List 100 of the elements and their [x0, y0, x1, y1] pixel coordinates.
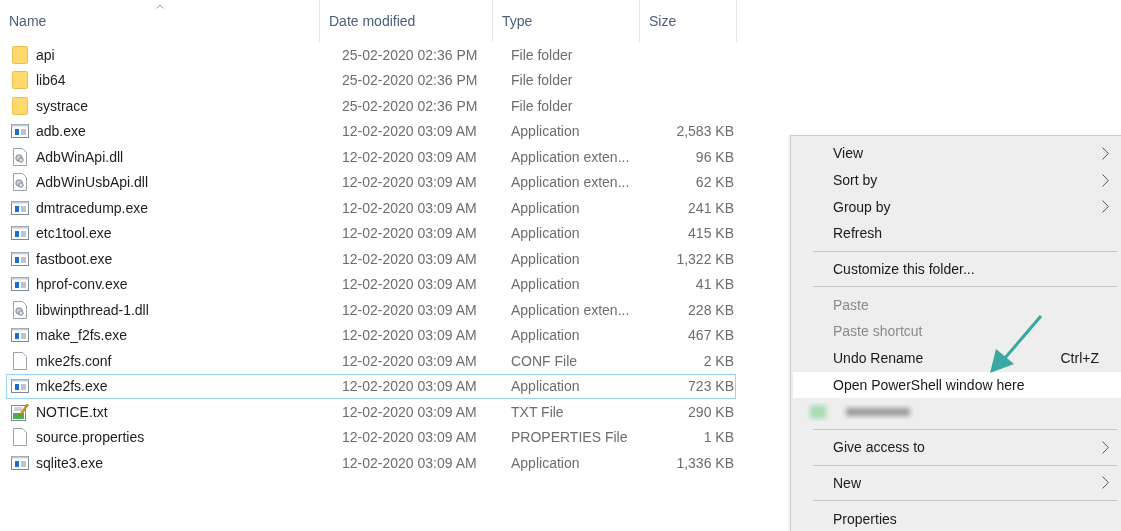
date-modified: 12-02-2020 03:09 AM [342, 429, 477, 446]
gear-file-icon [13, 173, 27, 192]
file-row[interactable]: api 25-02-2020 02:36 PM File folder [6, 42, 736, 68]
file-row[interactable]: make_f2fs.exe 12-02-2020 03:09 AM Application 467 KB [6, 322, 736, 348]
date-modified: 12-02-2020 03:09 AM [342, 403, 477, 420]
menu-item[interactable]: Properties [793, 505, 1121, 531]
gear-file-icon [13, 147, 27, 166]
file-row[interactable]: AdbWinUsbApi.dll 12-02-2020 03:09 AM Application exten... 62 KB [6, 169, 736, 195]
sort-caret-icon [155, 4, 164, 9]
date-modified: 12-02-2020 03:09 AM [342, 225, 477, 242]
file-size: 1,336 KB [676, 454, 734, 471]
blank-file-icon [13, 428, 27, 447]
menu-item[interactable]: Open PowerShell window here [793, 371, 1121, 399]
date-modified: 12-02-2020 03:09 AM [342, 301, 477, 318]
menu-item[interactable]: Give access to [793, 433, 1121, 461]
file-row[interactable]: AdbWinApi.dll 12-02-2020 03:09 AM Application exten... 96 KB [6, 144, 736, 170]
file-type: CONF File [511, 352, 578, 369]
menu-item[interactable]: Undo Rename Ctrl+Z [793, 344, 1121, 372]
file-type: Application [511, 225, 580, 242]
file-type: Application exten... [511, 148, 630, 165]
file-size: 1,322 KB [676, 250, 734, 267]
column-header[interactable]: Size [640, 0, 737, 42]
file-name: mke2fs.conf [36, 352, 112, 369]
date-modified: 12-02-2020 03:09 AM [342, 454, 477, 471]
date-modified: 12-02-2020 03:09 AM [342, 276, 477, 293]
file-name: adb.exe [36, 123, 86, 140]
folder-icon [12, 71, 28, 90]
menu-item[interactable]: View [793, 140, 1121, 167]
file-size: 228 KB [688, 301, 734, 318]
application-window-icon [11, 455, 29, 470]
folder-icon [12, 45, 28, 64]
file-type: File folder [511, 46, 573, 63]
file-type: Application [511, 378, 580, 395]
application-window-icon [11, 200, 29, 215]
file-name: dmtracedump.exe [36, 199, 149, 216]
file-size: 2,583 KB [676, 123, 734, 140]
file-size: 1 KB [703, 429, 734, 446]
file-name: AdbWinApi.dll [36, 148, 124, 165]
application-window-icon [11, 277, 29, 292]
file-row[interactable]: dmtracedump.exe 12-02-2020 03:09 AM Application 241 KB [6, 195, 736, 221]
file-size: 2 KB [703, 352, 734, 369]
file-name: source.properties [36, 429, 145, 446]
file-row[interactable]: sqlite3.exe 12-02-2020 03:09 AM Application 1,336 KB [6, 450, 736, 476]
application-window-icon [11, 251, 29, 266]
file-row[interactable]: hprof-conv.exe 12-02-2020 03:09 AM Application 41 KB [6, 271, 736, 297]
file-row[interactable]: adb.exe 12-02-2020 03:09 AM Application 2,583 KB [6, 118, 736, 144]
file-type: Application [511, 199, 580, 216]
file-size: 290 KB [688, 403, 734, 420]
menu-item[interactable]: Group by [793, 193, 1121, 221]
file-size: 467 KB [688, 327, 734, 344]
file-type: Application [511, 276, 580, 293]
file-size: 415 KB [688, 225, 734, 242]
column-header[interactable]: Name [0, 0, 320, 42]
date-modified: 25-02-2020 02:36 PM [342, 46, 478, 63]
file-row[interactable]: fastboot.exe 12-02-2020 03:09 AM Application 1,322 KB [6, 246, 736, 272]
file-size: 62 KB [695, 174, 734, 191]
file-row[interactable]: lib64 25-02-2020 02:36 PM File folder [6, 67, 736, 93]
file-type: TXT File [511, 403, 564, 420]
file-size: 41 KB [695, 276, 734, 293]
file-type: PROPERTIES File [511, 429, 628, 446]
file-name: systrace [36, 97, 89, 114]
file-row[interactable]: libwinpthread-1.dll 12-02-2020 03:09 AM Application exten... 228 KB [6, 297, 736, 323]
file-name: NOTICE.txt [36, 403, 108, 420]
file-name: AdbWinUsbApi.dll [36, 174, 149, 191]
file-type: File folder [511, 72, 573, 89]
file-name: sqlite3.exe [36, 454, 103, 471]
date-modified: 12-02-2020 03:09 AM [342, 352, 477, 369]
file-type: Application exten... [511, 301, 630, 318]
application-window-icon [11, 328, 29, 343]
date-modified: 12-02-2020 03:09 AM [342, 250, 477, 267]
file-row[interactable]: NOTICE.txt 12-02-2020 03:09 AM TXT File 290 KB [6, 399, 736, 425]
file-name: lib64 [36, 72, 66, 89]
file-name: hprof-conv.exe [36, 276, 128, 293]
file-row[interactable]: etc1tool.exe 12-02-2020 03:09 AM Application 415 KB [6, 220, 736, 246]
file-row[interactable]: source.properties 12-02-2020 03:09 AM PROPERTIES File 1 KB [6, 424, 736, 450]
file-row[interactable]: systrace 25-02-2020 02:36 PM File folder [6, 93, 736, 119]
menu-item[interactable]: Refresh [793, 220, 1121, 247]
file-name: api [36, 46, 55, 63]
menu-item[interactable]: New [793, 469, 1121, 497]
file-size: 723 KB [688, 378, 734, 395]
date-modified: 25-02-2020 02:36 PM [342, 97, 478, 114]
column-header[interactable]: Type [493, 0, 640, 42]
gear-file-icon [13, 300, 27, 319]
file-row[interactable]: mke2fs.conf 12-02-2020 03:09 AM CONF File 2 KB [6, 348, 736, 374]
file-type: Application [511, 250, 580, 267]
date-modified: 12-02-2020 03:09 AM [342, 148, 477, 165]
application-window-icon [11, 379, 29, 394]
date-modified: 12-02-2020 03:09 AM [342, 123, 477, 140]
menu-item[interactable]: Sort by [793, 166, 1121, 194]
application-window-icon [11, 226, 29, 241]
file-type: Application exten... [511, 174, 630, 191]
shortcut-text: Ctrl+Z [1060, 350, 1099, 367]
file-name: etc1tool.exe [36, 225, 112, 242]
date-modified: 12-02-2020 03:09 AM [342, 199, 477, 216]
file-row[interactable]: mke2fs.exe 12-02-2020 03:09 AM Application 723 KB [6, 373, 736, 399]
file-name: mke2fs.exe [36, 378, 108, 395]
folder-icon [12, 96, 28, 115]
menu-item[interactable]: Customize this folder... [793, 255, 1121, 283]
file-name: fastboot.exe [36, 250, 113, 267]
column-header[interactable]: Date modified [320, 0, 493, 42]
